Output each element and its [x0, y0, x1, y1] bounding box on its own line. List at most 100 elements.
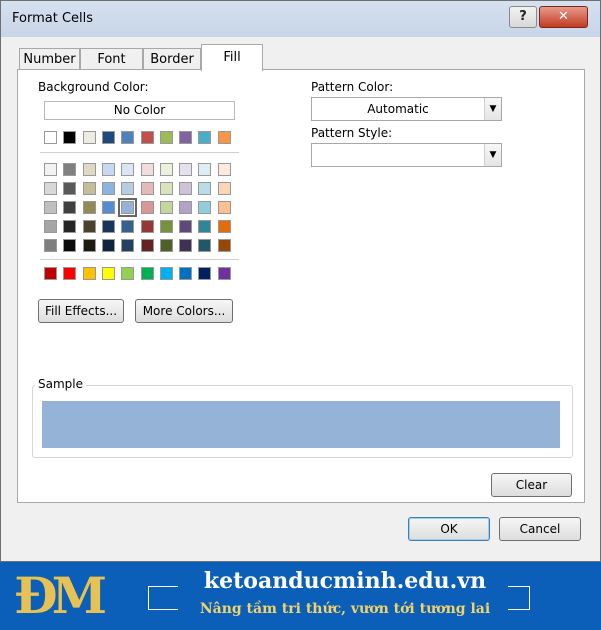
tab-border[interactable]: Border — [143, 48, 201, 70]
color-swatch[interactable] — [198, 131, 212, 144]
color-swatch[interactable] — [159, 182, 173, 195]
color-swatch[interactable] — [140, 239, 154, 252]
chevron-down-icon[interactable]: ▼ — [484, 144, 501, 166]
color-swatch[interactable] — [101, 239, 115, 252]
color-swatch[interactable] — [121, 267, 135, 280]
tab-number[interactable]: Number — [19, 48, 80, 70]
color-swatch[interactable] — [159, 267, 173, 280]
banner-divider — [148, 586, 149, 610]
color-swatch[interactable] — [63, 182, 77, 195]
pattern-style-select[interactable]: ▼ — [311, 143, 502, 167]
color-swatch[interactable] — [179, 163, 193, 176]
ok-button[interactable]: OK — [408, 517, 490, 541]
color-swatch[interactable] — [121, 220, 135, 233]
color-swatch[interactable] — [140, 182, 154, 195]
color-swatch[interactable] — [217, 163, 231, 176]
fill-panel: Background Color: No Color Fill Effects.… — [17, 69, 585, 503]
color-swatch[interactable] — [44, 239, 57, 252]
color-swatch[interactable] — [63, 163, 77, 176]
color-swatch[interactable] — [63, 131, 77, 144]
color-swatch[interactable] — [198, 239, 212, 252]
tab-font[interactable]: Font — [80, 48, 143, 70]
color-swatch[interactable] — [140, 267, 154, 280]
color-swatch[interactable] — [82, 201, 96, 214]
more-colors-button[interactable]: More Colors... — [135, 299, 233, 323]
fill-effects-button[interactable]: Fill Effects... — [38, 299, 124, 323]
chevron-down-icon[interactable]: ▼ — [484, 98, 501, 120]
color-swatch[interactable] — [159, 220, 173, 233]
color-swatch[interactable] — [63, 239, 77, 252]
color-swatch[interactable] — [82, 267, 96, 280]
no-color-button[interactable]: No Color — [44, 101, 235, 120]
color-swatch[interactable] — [159, 239, 173, 252]
color-swatch[interactable] — [198, 163, 212, 176]
sample-preview — [42, 401, 560, 448]
tab-fill[interactable]: Fill — [201, 44, 263, 71]
color-swatch[interactable] — [63, 267, 77, 280]
color-swatch[interactable] — [179, 182, 193, 195]
color-swatch[interactable] — [82, 220, 96, 233]
color-swatch[interactable] — [198, 267, 212, 280]
color-swatch[interactable] — [101, 220, 115, 233]
cancel-button[interactable]: Cancel — [499, 517, 581, 541]
color-swatch[interactable] — [44, 220, 57, 233]
color-swatch[interactable] — [140, 131, 154, 144]
color-swatch[interactable] — [44, 163, 57, 176]
color-swatch[interactable] — [159, 131, 173, 144]
color-swatch[interactable] — [140, 220, 154, 233]
color-swatch[interactable] — [121, 182, 135, 195]
background-color-label: Background Color: — [38, 80, 149, 94]
color-swatch[interactable] — [217, 220, 231, 233]
color-swatch[interactable] — [217, 182, 231, 195]
color-swatch[interactable] — [82, 163, 96, 176]
color-swatch[interactable] — [217, 131, 231, 144]
color-swatch[interactable] — [140, 163, 154, 176]
color-swatch[interactable] — [44, 182, 57, 195]
color-swatch[interactable] — [217, 239, 231, 252]
color-swatch[interactable] — [217, 201, 231, 214]
color-swatch[interactable] — [44, 267, 57, 280]
color-swatch[interactable] — [179, 201, 193, 214]
color-swatch[interactable] — [198, 201, 212, 214]
color-swatch[interactable] — [118, 198, 138, 217]
color-swatch[interactable] — [179, 267, 193, 280]
pattern-color-select[interactable]: Automatic ▼ — [311, 97, 502, 121]
color-swatch[interactable] — [121, 131, 135, 144]
color-swatch[interactable] — [63, 220, 77, 233]
color-swatch[interactable] — [63, 201, 77, 214]
site-url[interactable]: ketoanducminh.edu.vn — [185, 568, 505, 594]
color-swatch[interactable] — [44, 131, 57, 144]
color-swatch[interactable] — [179, 239, 193, 252]
palette-separator — [40, 259, 239, 260]
clear-button[interactable]: Clear — [491, 473, 572, 497]
color-swatch[interactable] — [101, 163, 115, 176]
format-cells-dialog: Format Cells ? ✕ Number Font Border Fill… — [0, 0, 601, 562]
color-swatch[interactable] — [121, 163, 135, 176]
pattern-color-label: Pattern Color: — [311, 80, 394, 94]
color-swatch[interactable] — [179, 220, 193, 233]
color-swatch[interactable] — [82, 182, 96, 195]
close-button[interactable]: ✕ — [539, 6, 588, 28]
brand-logo: ĐM — [14, 566, 107, 625]
site-banner: ĐM ketoanducminh.edu.vn Nâng tầm tri thứ… — [0, 562, 601, 630]
help-button[interactable]: ? — [509, 6, 537, 28]
color-swatch[interactable] — [159, 163, 173, 176]
palette-separator — [40, 152, 239, 153]
color-swatch[interactable] — [198, 220, 212, 233]
color-swatch[interactable] — [101, 131, 115, 144]
color-swatch[interactable] — [101, 182, 115, 195]
color-swatch[interactable] — [140, 201, 154, 214]
color-swatch[interactable] — [82, 239, 96, 252]
color-swatch[interactable] — [101, 201, 115, 214]
title-bar[interactable]: Format Cells ? ✕ — [1, 1, 600, 37]
color-swatch[interactable] — [82, 131, 96, 144]
banner-divider — [148, 586, 178, 587]
color-swatch[interactable] — [121, 239, 135, 252]
banner-divider — [529, 586, 530, 610]
color-swatch[interactable] — [159, 201, 173, 214]
color-swatch[interactable] — [44, 201, 57, 214]
color-swatch[interactable] — [101, 267, 115, 280]
color-swatch[interactable] — [179, 131, 193, 144]
color-swatch[interactable] — [198, 182, 212, 195]
color-swatch[interactable] — [217, 267, 231, 280]
